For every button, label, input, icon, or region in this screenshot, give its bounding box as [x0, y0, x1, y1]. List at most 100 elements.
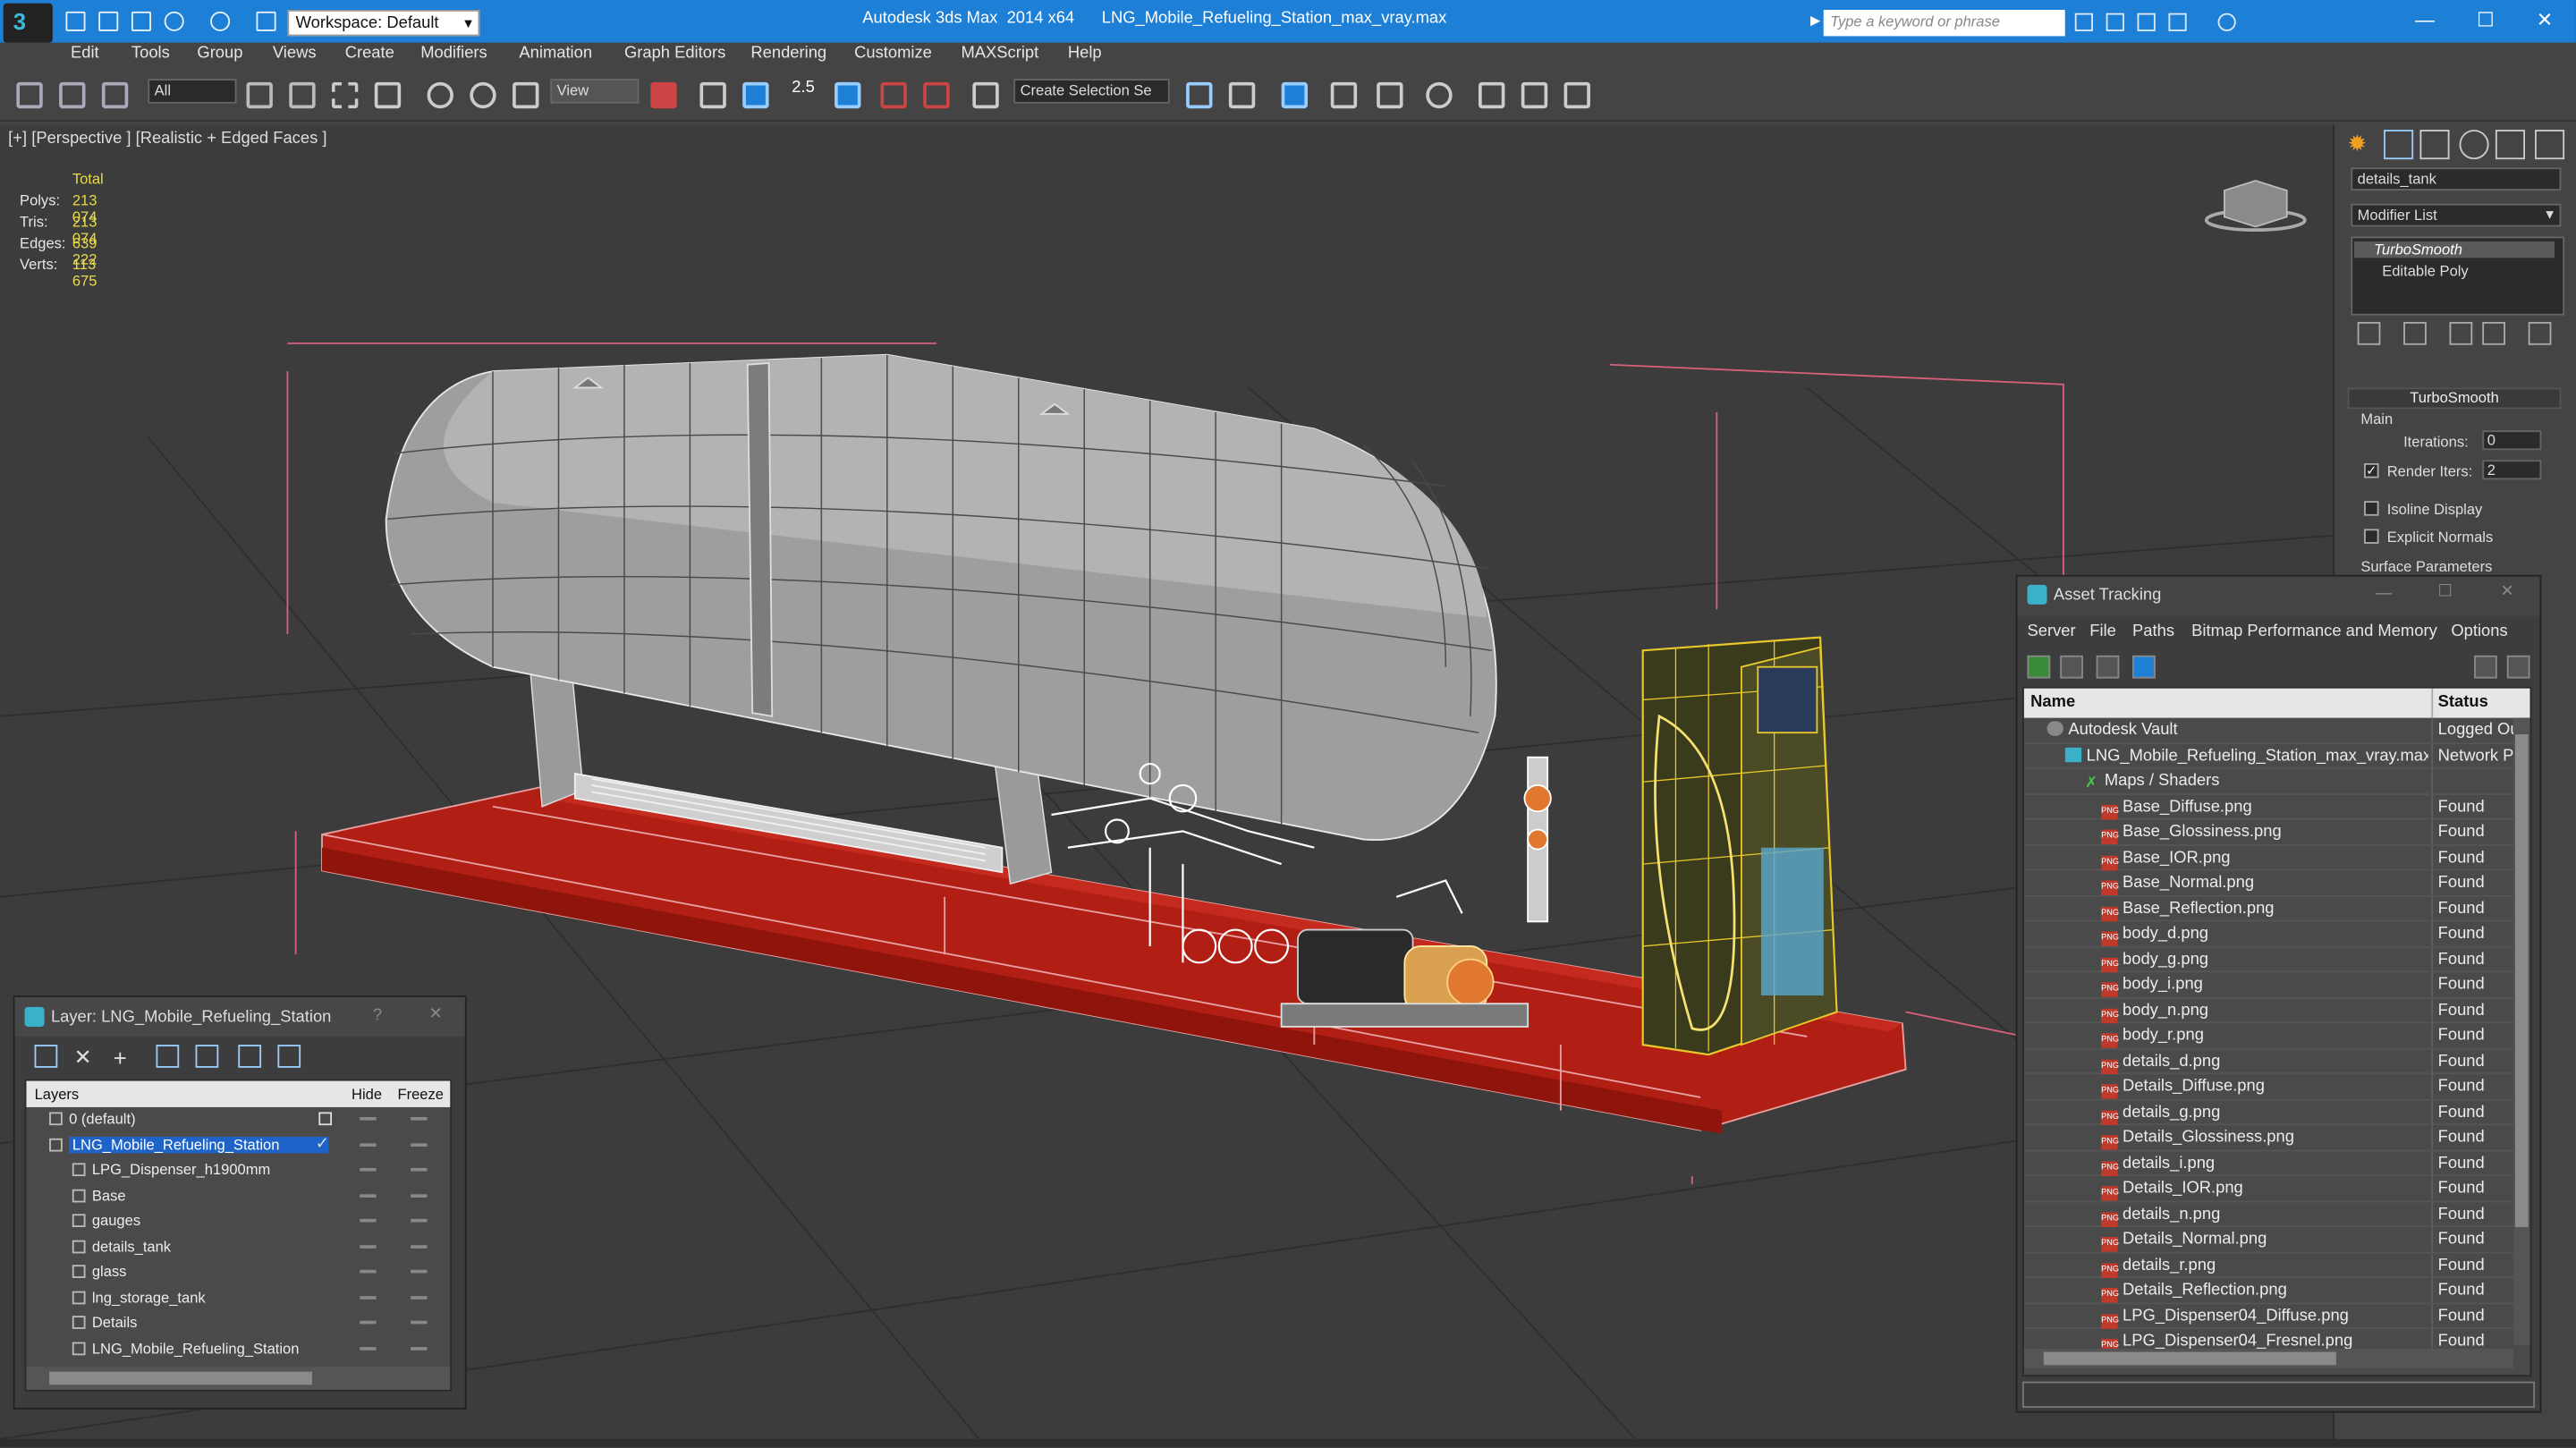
render-production-icon[interactable] — [1563, 81, 1590, 109]
undo-icon[interactable] — [164, 11, 184, 31]
stack-item-turbosmooth[interactable]: TurboSmooth — [2353, 241, 2555, 258]
vertical-scrollbar[interactable] — [2513, 717, 2530, 1346]
curve-editor-icon[interactable] — [1377, 81, 1403, 109]
layer-explorer-icon[interactable] — [1281, 81, 1309, 109]
create-layer-icon[interactable] — [34, 1045, 58, 1068]
modifier-list-dropdown[interactable]: Modifier List ▼ — [2351, 203, 2562, 227]
scrollbar-thumb[interactable] — [2514, 734, 2529, 1228]
asset-row[interactable]: PNG body_r.png Found — [2023, 1023, 2514, 1049]
hide-toggle[interactable] — [360, 1116, 377, 1121]
unlink-icon[interactable] — [59, 81, 86, 109]
asset-row[interactable]: PNG Details_IOR.png Found — [2023, 1176, 2514, 1202]
motion-tab-icon[interactable] — [2459, 130, 2489, 160]
freeze-toggle[interactable] — [411, 1142, 428, 1147]
freeze-toggle[interactable] — [411, 1295, 428, 1299]
menu-modifiers[interactable]: Modifiers — [420, 45, 487, 63]
modify-tab-icon[interactable] — [2384, 130, 2414, 160]
close-button[interactable]: ✕ — [2500, 583, 2513, 601]
window-crossing-icon[interactable] — [374, 81, 402, 109]
column-header-name[interactable]: Name — [2030, 693, 2075, 711]
percent-snap-icon[interactable] — [880, 81, 907, 109]
layer-row[interactable]: lng_storage_tank — [26, 1285, 450, 1310]
refresh-icon[interactable] — [2027, 655, 2051, 679]
viewcube-icon[interactable] — [2201, 171, 2309, 236]
material-editor-icon[interactable] — [1426, 81, 1453, 109]
minimize-button[interactable]: — — [2407, 5, 2443, 35]
close-button[interactable]: ✕ — [2527, 5, 2563, 35]
explicit-normals-checkbox[interactable] — [2364, 529, 2379, 544]
column-header-freeze[interactable]: Freeze — [397, 1086, 443, 1102]
subscription-icon[interactable] — [2106, 13, 2124, 31]
hide-toggle[interactable] — [360, 1346, 377, 1350]
stack-item-editable-poly[interactable]: Editable Poly — [2360, 263, 2469, 279]
asset-menu-options[interactable]: Options — [2451, 622, 2507, 640]
make-unique-icon[interactable] — [2449, 321, 2473, 345]
utilities-tab-icon[interactable] — [2535, 130, 2565, 160]
open-file-icon[interactable] — [98, 11, 119, 31]
menu-customize[interactable]: Customize — [854, 45, 932, 63]
freeze-all-layers-icon[interactable] — [277, 1045, 301, 1068]
search-input[interactable]: Type a keyword or phrase — [1823, 10, 2065, 37]
object-name-input[interactable]: details_tank — [2351, 167, 2562, 191]
remove-modifier-icon[interactable] — [2482, 321, 2505, 345]
hide-toggle[interactable] — [360, 1218, 377, 1223]
freeze-toggle[interactable] — [411, 1269, 428, 1274]
save-file-icon[interactable] — [131, 11, 151, 31]
hide-toggle[interactable] — [360, 1244, 377, 1248]
menu-tools[interactable]: Tools — [131, 45, 170, 63]
turbosmooth-rollout-header[interactable]: TurboSmooth — [2347, 387, 2562, 410]
asset-row[interactable]: PNG Base_Glossiness.png Found — [2023, 819, 2514, 845]
pivot-center-icon[interactable] — [650, 81, 677, 109]
asset-row[interactable]: PNG body_i.png Found — [2023, 972, 2514, 998]
hide-toggle[interactable] — [360, 1193, 377, 1198]
select-manipulate-icon[interactable] — [699, 81, 726, 109]
help-button[interactable]: ? — [373, 1007, 382, 1025]
column-header-hide[interactable]: Hide — [352, 1086, 382, 1102]
horizontal-scrollbar[interactable] — [2023, 1348, 2514, 1368]
asset-row[interactable]: PNG Base_Normal.png Found — [2023, 870, 2514, 896]
asset-row[interactable]: PNG Details_Normal.png Found — [2023, 1227, 2514, 1253]
bind-spacewarp-icon[interactable] — [101, 81, 129, 109]
minimize-button[interactable]: — — [2376, 585, 2392, 603]
freeze-toggle[interactable] — [411, 1218, 428, 1223]
asset-row[interactable]: PNG Base_Diffuse.png Found — [2023, 794, 2514, 820]
menu-maxscript[interactable]: MAXScript — [961, 45, 1038, 63]
freeze-toggle[interactable] — [411, 1320, 428, 1325]
close-button[interactable]: ✕ — [428, 1005, 442, 1023]
communication-icon[interactable] — [2137, 13, 2156, 31]
show-end-result-icon[interactable] — [2403, 321, 2427, 345]
scrollbar-thumb[interactable] — [49, 1371, 312, 1385]
rectangle-selection-icon[interactable] — [332, 81, 359, 109]
asset-row[interactable]: PNG body_g.png Found — [2023, 946, 2514, 973]
create-tab-icon[interactable]: ✹ — [2348, 130, 2377, 159]
asset-row[interactable]: PNG body_n.png Found — [2023, 997, 2514, 1024]
asset-row[interactable]: PNG Details_Diffuse.png Found — [2023, 1074, 2514, 1100]
project-folder-icon[interactable] — [256, 11, 276, 31]
asset-row[interactable]: PNG details_i.png Found — [2023, 1150, 2514, 1177]
hide-toggle[interactable] — [360, 1269, 377, 1274]
asset-menu-server[interactable]: Server — [2027, 622, 2075, 640]
column-header-layers[interactable]: Layers — [35, 1086, 80, 1102]
select-object-icon[interactable] — [246, 81, 273, 109]
new-file-icon[interactable] — [65, 11, 86, 31]
asset-row[interactable]: PNG Base_Reflection.png Found — [2023, 895, 2514, 922]
select-by-name-icon[interactable] — [289, 81, 316, 109]
help-icon[interactable] — [2217, 13, 2236, 31]
named-selection-dropdown[interactable]: Create Selection Se — [1013, 79, 1170, 104]
scale-icon[interactable] — [513, 81, 539, 109]
current-layer-box-icon[interactable] — [318, 1112, 333, 1126]
help-icon[interactable] — [2474, 655, 2497, 679]
redo-icon[interactable] — [210, 11, 231, 31]
maximize-button[interactable]: ☐ — [2438, 583, 2453, 601]
asset-row[interactable]: ✗ Maps / Shaders — [2023, 768, 2514, 795]
menu-group[interactable]: Group — [197, 45, 242, 63]
asset-row[interactable]: PNG LPG_Dispenser04_Diffuse.png Found — [2023, 1303, 2514, 1329]
asset-row[interactable]: PNG Details_Glossiness.png Found — [2023, 1125, 2514, 1151]
asset-row[interactable]: PNG body_d.png Found — [2023, 921, 2514, 947]
render-iters-checkbox[interactable]: ✓ — [2364, 462, 2379, 478]
current-layer-check-icon[interactable]: ✓ — [316, 1134, 329, 1152]
menu-graph-editors[interactable]: Graph Editors — [624, 45, 725, 63]
keyboard-shortcut-toggle-icon[interactable] — [742, 81, 769, 109]
asset-path-field[interactable] — [2021, 1381, 2536, 1409]
asset-row[interactable]: PNG Details_Reflection.png Found — [2023, 1277, 2514, 1304]
